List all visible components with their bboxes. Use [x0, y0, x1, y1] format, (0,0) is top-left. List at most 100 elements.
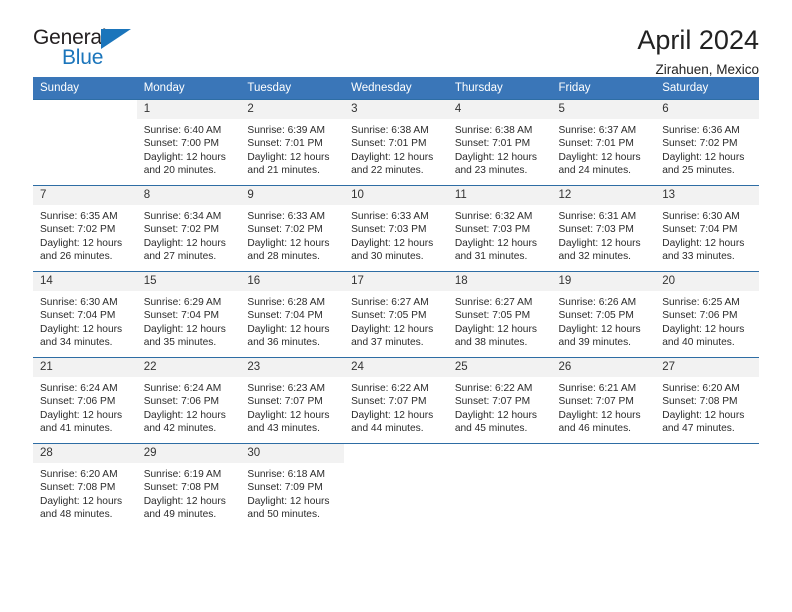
calendar-day-cell[interactable]: 11 Sunrise: 6:32 AM Sunset: 7:03 PM Dayligh…	[447, 185, 552, 272]
daylight-duration-line1: Daylight: 12 hours	[40, 237, 123, 249]
daylight-duration-line1: Daylight: 12 hours	[558, 151, 641, 163]
day-number: 23	[240, 358, 345, 377]
day-cell-inner: 13 Sunrise: 6:30 AM Sunset: 7:04 PM Dayligh…	[655, 186, 759, 263]
calendar-day-cell[interactable]: 27 Sunrise: 6:20 AM Sunset: 7:08 PM Dayligh…	[655, 357, 759, 444]
calendar-day-cell[interactable]: 21 Sunrise: 6:24 AM Sunset: 7:06 PM Dayligh…	[33, 357, 137, 444]
sunset-time: Sunset: 7:00 PM	[143, 138, 220, 150]
day-cell-inner: 27 Sunrise: 6:20 AM Sunset: 7:08 PM Dayligh…	[655, 358, 759, 435]
sunset-time: Sunset: 7:05 PM	[558, 310, 634, 322]
calendar-day-cell[interactable]: 22 Sunrise: 6:24 AM Sunset: 7:06 PM Dayligh…	[136, 357, 241, 444]
calendar-day-cell[interactable]: 4 Sunrise: 6:38 AM Sunset: 7:01 PM Daylight…	[447, 99, 552, 186]
calendar-body: 1 Sunrise: 6:40 AM Sunset: 7:00 PM Daylight…	[33, 99, 759, 529]
calendar-day-cell[interactable]: 13 Sunrise: 6:30 AM Sunset: 7:04 PM Dayligh…	[655, 185, 759, 272]
sunset-time: Sunset: 7:07 PM	[351, 396, 427, 408]
daylight-duration-line1: Daylight: 12 hours	[143, 409, 226, 421]
calendar-day-cell[interactable]: 17 Sunrise: 6:27 AM Sunset: 7:05 PM Dayligh…	[344, 271, 448, 358]
day-details: Sunrise: 6:27 AM Sunset: 7:05 PM Daylight:…	[448, 291, 552, 349]
calendar-empty-cell	[33, 99, 137, 186]
calendar-day-cell[interactable]: 19 Sunrise: 6:26 AM Sunset: 7:05 PM Dayligh…	[551, 271, 656, 358]
sunrise-time: Sunrise: 6:32 AM	[454, 211, 533, 222]
calendar-day-cell[interactable]: 5 Sunrise: 6:37 AM Sunset: 7:01 PM Daylight…	[551, 99, 656, 186]
day-number: 2	[240, 100, 345, 119]
daylight-duration-line1: Daylight: 12 hours	[662, 409, 745, 421]
daylight-duration-line1: Daylight: 12 hours	[40, 323, 123, 335]
sunrise-time: Sunrise: 6:31 AM	[558, 211, 637, 222]
calendar-day-cell[interactable]: 7 Sunrise: 6:35 AM Sunset: 7:02 PM Daylight…	[33, 185, 137, 272]
day-cell-inner: 23 Sunrise: 6:23 AM Sunset: 7:07 PM Dayligh…	[240, 358, 345, 435]
daylight-duration-line2: and 25 minutes.	[662, 164, 735, 176]
daylight-duration-line2: and 31 minutes.	[454, 250, 528, 262]
daylight-duration-line2: and 41 minutes.	[40, 422, 113, 434]
day-number: 27	[655, 358, 759, 377]
calendar-day-cell[interactable]: 26 Sunrise: 6:21 AM Sunset: 7:07 PM Dayligh…	[551, 357, 656, 444]
calendar-week-row: 1 Sunrise: 6:40 AM Sunset: 7:00 PM Daylight…	[33, 99, 759, 186]
calendar-day-cell[interactable]: 29 Sunrise: 6:19 AM Sunset: 7:08 PM Dayligh…	[136, 443, 241, 529]
calendar-day-cell[interactable]: 6 Sunrise: 6:36 AM Sunset: 7:02 PM Daylight…	[655, 99, 759, 186]
daylight-duration-line2: and 28 minutes.	[247, 250, 320, 262]
calendar-day-cell[interactable]: 16 Sunrise: 6:28 AM Sunset: 7:04 PM Dayligh…	[240, 271, 345, 358]
day-details: Sunrise: 6:37 AM Sunset: 7:01 PM Daylight:…	[552, 119, 656, 177]
calendar-day-cell[interactable]: 18 Sunrise: 6:27 AM Sunset: 7:05 PM Dayligh…	[447, 271, 552, 358]
sunset-time: Sunset: 7:04 PM	[662, 224, 738, 236]
sunrise-time: Sunrise: 6:21 AM	[558, 383, 637, 394]
calendar-day-cell[interactable]: 30 Sunrise: 6:18 AM Sunset: 7:09 PM Dayligh…	[240, 443, 345, 529]
sunrise-time: Sunrise: 6:37 AM	[558, 125, 637, 136]
weekday-header-monday: Monday	[136, 77, 241, 100]
calendar-day-cell[interactable]: 9 Sunrise: 6:33 AM Sunset: 7:02 PM Daylight…	[240, 185, 345, 272]
day-number: 21	[33, 358, 137, 377]
general-blue-logo[interactable]: General Blue	[33, 26, 153, 74]
day-details: Sunrise: 6:19 AM Sunset: 7:08 PM Daylight:…	[137, 463, 241, 521]
daylight-duration-line1: Daylight: 12 hours	[558, 237, 641, 249]
day-details: Sunrise: 6:38 AM Sunset: 7:01 PM Daylight:…	[448, 119, 552, 177]
daylight-duration-line2: and 48 minutes.	[40, 508, 113, 520]
daylight-duration-line2: and 32 minutes.	[558, 250, 632, 262]
daylight-duration-line1: Daylight: 12 hours	[143, 151, 226, 163]
daylight-duration-line2: and 49 minutes.	[143, 508, 217, 520]
sunrise-time: Sunrise: 6:29 AM	[143, 297, 222, 308]
day-cell-inner	[551, 444, 656, 463]
calendar-day-cell[interactable]: 25 Sunrise: 6:22 AM Sunset: 7:07 PM Dayligh…	[447, 357, 552, 444]
daylight-duration-line1: Daylight: 12 hours	[143, 323, 226, 335]
daylight-duration-line1: Daylight: 12 hours	[558, 323, 641, 335]
calendar-empty-cell	[344, 443, 448, 529]
logo-text-blue: Blue	[62, 46, 104, 69]
day-number: 7	[33, 186, 137, 205]
calendar-day-cell[interactable]: 20 Sunrise: 6:25 AM Sunset: 7:06 PM Dayligh…	[655, 271, 759, 358]
calendar-header-row: Sunday Monday Tuesday Wednesday Thursday…	[33, 77, 759, 100]
daylight-duration-line2: and 20 minutes.	[143, 164, 217, 176]
day-details: Sunrise: 6:39 AM Sunset: 7:01 PM Daylight:…	[240, 119, 344, 177]
day-details: Sunrise: 6:29 AM Sunset: 7:04 PM Daylight:…	[137, 291, 241, 349]
calendar-day-cell[interactable]: 14 Sunrise: 6:30 AM Sunset: 7:04 PM Dayligh…	[33, 271, 137, 358]
day-cell-inner	[33, 100, 137, 119]
day-cell-inner: 9 Sunrise: 6:33 AM Sunset: 7:02 PM Daylight…	[240, 186, 345, 263]
sunrise-time: Sunrise: 6:19 AM	[143, 469, 222, 480]
page-title: April 2024	[637, 25, 759, 55]
calendar-day-cell[interactable]: 8 Sunrise: 6:34 AM Sunset: 7:02 PM Daylight…	[136, 185, 241, 272]
day-number: 16	[240, 272, 345, 291]
day-number	[551, 444, 656, 463]
calendar-empty-cell	[447, 443, 552, 529]
calendar-day-cell[interactable]: 28 Sunrise: 6:20 AM Sunset: 7:08 PM Dayligh…	[33, 443, 137, 529]
calendar-day-cell[interactable]: 2 Sunrise: 6:39 AM Sunset: 7:01 PM Daylight…	[240, 99, 345, 186]
calendar-day-cell[interactable]: 3 Sunrise: 6:38 AM Sunset: 7:01 PM Daylight…	[344, 99, 448, 186]
calendar-day-cell[interactable]: 1 Sunrise: 6:40 AM Sunset: 7:00 PM Daylight…	[136, 99, 241, 186]
day-number: 13	[655, 186, 759, 205]
daylight-duration-line1: Daylight: 12 hours	[247, 495, 330, 507]
location-subtitle: Zirahuen, Mexico	[655, 62, 759, 78]
calendar-day-cell[interactable]: 23 Sunrise: 6:23 AM Sunset: 7:07 PM Dayligh…	[240, 357, 345, 444]
sunrise-time: Sunrise: 6:33 AM	[247, 211, 325, 222]
calendar-day-cell[interactable]: 24 Sunrise: 6:22 AM Sunset: 7:07 PM Dayligh…	[344, 357, 448, 444]
day-details: Sunrise: 6:24 AM Sunset: 7:06 PM Daylight:…	[33, 377, 137, 435]
calendar-day-cell[interactable]: 12 Sunrise: 6:31 AM Sunset: 7:03 PM Dayligh…	[551, 185, 656, 272]
sunrise-time: Sunrise: 6:30 AM	[40, 297, 118, 308]
calendar-day-cell[interactable]: 10 Sunrise: 6:33 AM Sunset: 7:03 PM Dayligh…	[344, 185, 448, 272]
weekday-header-thursday: Thursday	[447, 77, 552, 100]
day-cell-inner: 29 Sunrise: 6:19 AM Sunset: 7:08 PM Dayligh…	[136, 444, 241, 521]
day-details: Sunrise: 6:33 AM Sunset: 7:02 PM Daylight:…	[240, 205, 344, 263]
sunrise-time: Sunrise: 6:33 AM	[351, 211, 429, 222]
day-number: 19	[551, 272, 656, 291]
sunset-time: Sunset: 7:01 PM	[351, 138, 427, 150]
calendar-day-cell[interactable]: 15 Sunrise: 6:29 AM Sunset: 7:04 PM Dayligh…	[136, 271, 241, 358]
day-cell-inner: 3 Sunrise: 6:38 AM Sunset: 7:01 PM Daylight…	[344, 100, 448, 177]
day-number: 30	[240, 444, 345, 463]
